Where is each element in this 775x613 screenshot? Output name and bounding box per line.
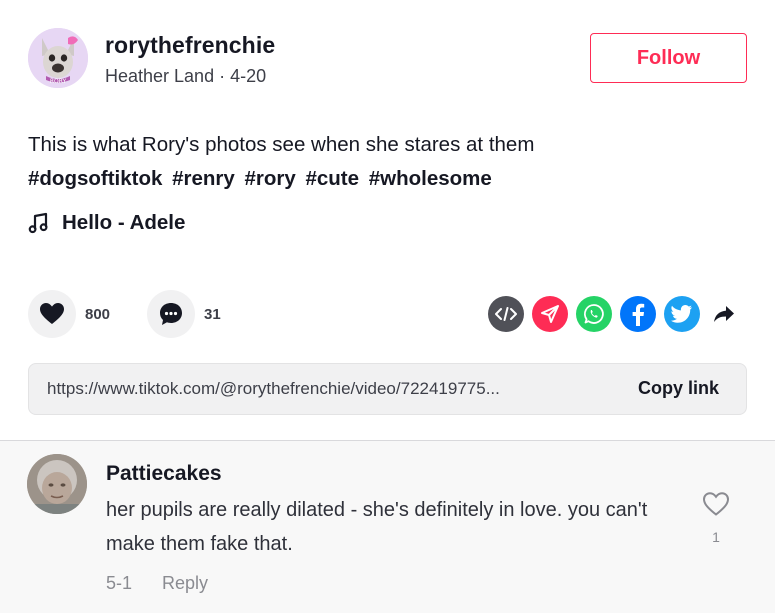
action-bar: 800 31 — [28, 290, 748, 340]
send-icon[interactable] — [532, 296, 568, 332]
copy-link-button[interactable]: Copy link — [638, 378, 719, 399]
comment-like: 1 — [700, 491, 732, 545]
music-row[interactable]: Hello - Adele — [28, 211, 185, 235]
author-username[interactable]: rorythefrenchie — [105, 32, 275, 59]
heart-icon — [40, 303, 64, 324]
french-bulldog-avatar-image: RORY — [28, 28, 88, 88]
follow-button[interactable]: Follow — [590, 33, 747, 83]
comment-author[interactable]: Pattiecakes — [106, 462, 222, 486]
commenter-avatar[interactable] — [27, 454, 87, 514]
comment-bubble-icon — [160, 303, 182, 325]
hashtag-link[interactable]: #cute — [305, 167, 359, 190]
reply-button[interactable]: Reply — [162, 573, 208, 594]
like-count: 800 — [85, 305, 111, 323]
share-icons — [488, 296, 740, 332]
hashtag-link[interactable]: #wholesome — [369, 167, 492, 190]
comment-date: 5-1 — [106, 573, 133, 593]
comment-meta: 5-1 Reply — [106, 573, 208, 594]
commenter-avatar-image — [27, 454, 87, 514]
twitter-icon[interactable] — [664, 296, 700, 332]
comment-count: 31 — [204, 305, 221, 323]
comment-like-count: 1 — [712, 529, 720, 545]
like-action: 800 — [28, 290, 110, 338]
comment-text: her pupils are really dilated - she's de… — [106, 499, 648, 555]
music-title: Hello - Adele — [62, 211, 186, 234]
copy-link-bar: https://www.tiktok.com/@rorythefrenchie/… — [28, 363, 747, 415]
music-note-icon — [28, 212, 48, 234]
hashtag-link[interactable]: #rory — [245, 167, 296, 190]
share-arrow-icon[interactable] — [708, 296, 740, 332]
author-subtitle: Heather Land · 4-20 — [105, 66, 267, 86]
hashtag-list: #dogsoftiktok #renry #rory #cute #wholes… — [28, 162, 748, 196]
author-avatar[interactable]: RORY — [28, 28, 88, 88]
comment-action: 31 — [147, 290, 221, 338]
video-url: https://www.tiktok.com/@rorythefrenchie/… — [47, 379, 500, 398]
hashtag-link[interactable]: #dogsoftiktok — [28, 167, 162, 190]
hashtag-link[interactable]: #renry — [172, 167, 235, 190]
description-text: This is what Rory's photos see when she … — [28, 133, 535, 156]
comment-button[interactable] — [147, 290, 195, 338]
heart-outline-icon[interactable] — [702, 491, 730, 517]
like-button[interactable] — [28, 290, 76, 338]
post-description: This is what Rory's photos see when she … — [28, 128, 748, 196]
post-header: RORY rorythefrenchie Heather Land · 4-20… — [28, 28, 747, 88]
comment-list: Pattiecakes her pupils are really dilate… — [0, 441, 775, 613]
embed-icon[interactable] — [488, 296, 524, 332]
avatar-badge-text: RORY — [50, 78, 67, 85]
facebook-icon[interactable] — [620, 296, 656, 332]
whatsapp-icon[interactable] — [576, 296, 612, 332]
